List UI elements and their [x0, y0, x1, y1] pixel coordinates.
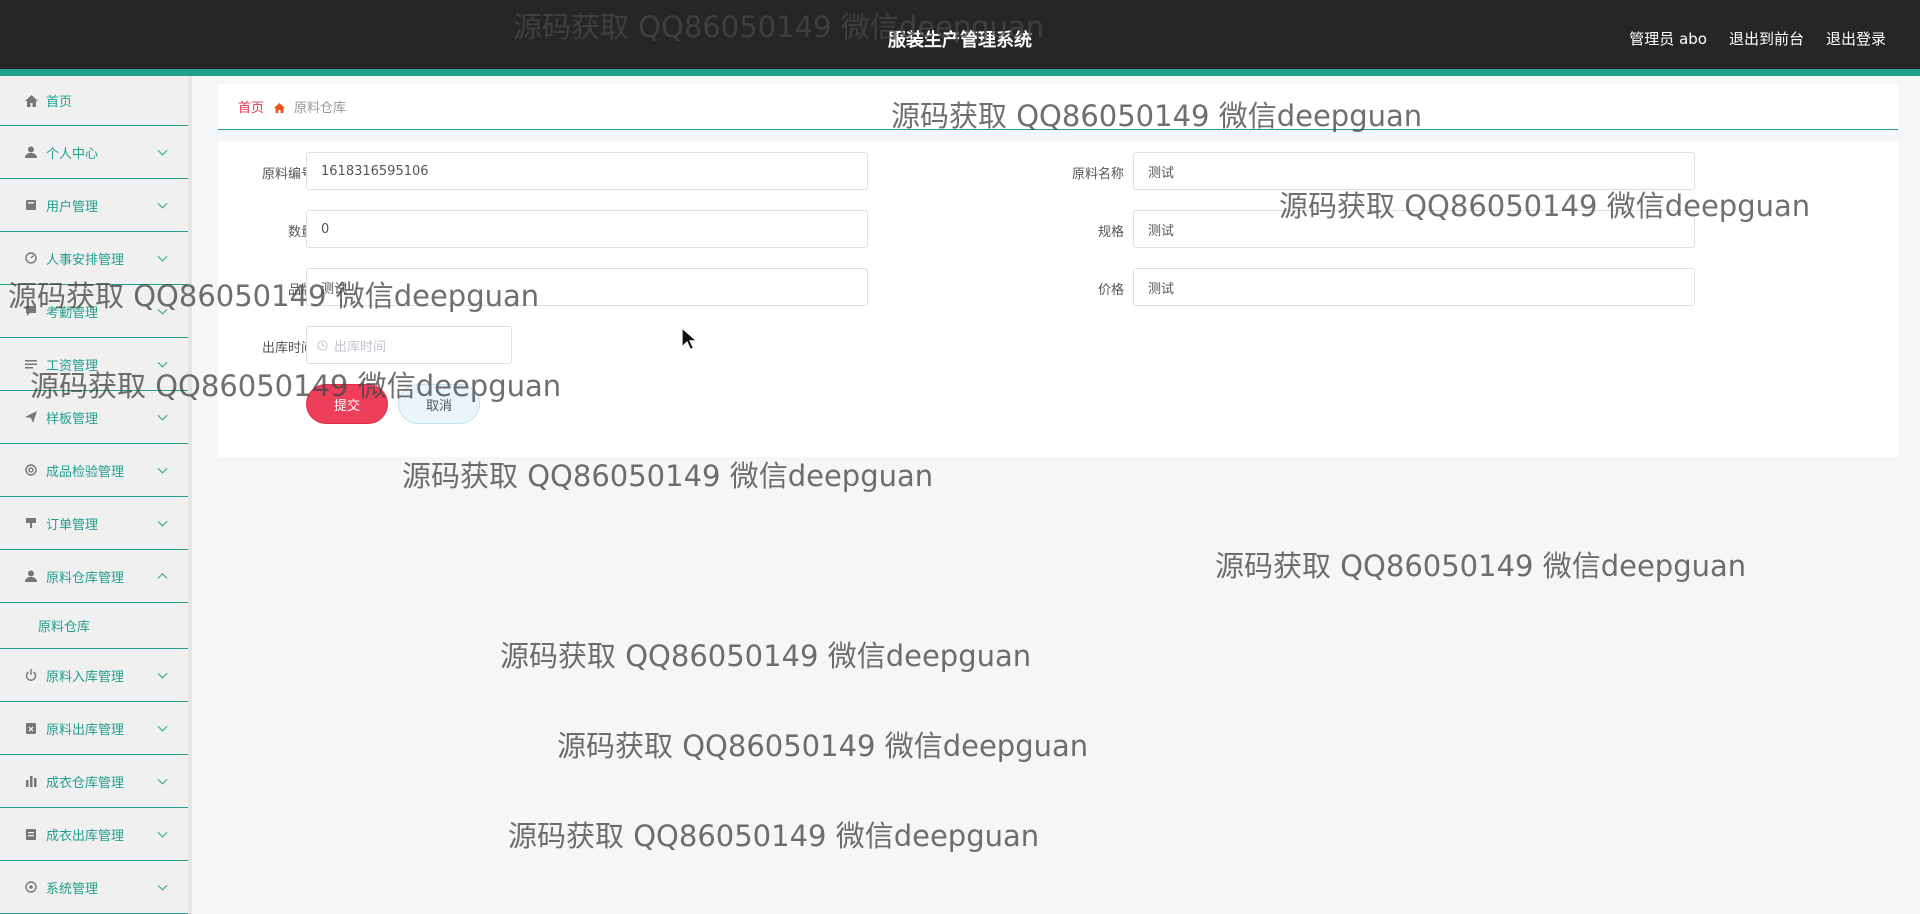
watermark-text: 源码获取 QQ86050149 微信deepguan [402, 459, 934, 493]
chevron-down-icon [157, 827, 168, 838]
sidebar-item-hr-arrangement[interactable]: 人事安排管理 [0, 232, 188, 285]
sidebar-item-label: 成衣出库管理 [46, 828, 125, 844]
sidebar-item-label: 考勤管理 [46, 305, 99, 321]
sidebar-item-label: 样板管理 [46, 411, 99, 427]
sidebar-item-label: 原料入库管理 [46, 669, 125, 685]
breadcrumb: 首页 原料仓库 [218, 84, 1898, 130]
clipboard-x-icon [24, 721, 38, 735]
user-icon [24, 145, 38, 159]
breadcrumb-home[interactable]: 首页 [238, 97, 264, 116]
logout-link[interactable]: 退出登录 [1826, 28, 1886, 49]
top-actions: 管理员 abo 退出到前台 退出登录 [1629, 28, 1886, 49]
sidebar-item-personal-center[interactable]: 个人中心 [0, 126, 188, 179]
watermark-text: 源码获取 QQ86050149 微信deepguan [508, 819, 1040, 853]
sidebar-item-label: 原料仓库管理 [46, 570, 125, 586]
comment-icon [24, 304, 38, 318]
code-label: 原料编号 [261, 167, 314, 182]
clock-icon [317, 339, 328, 351]
book-icon [24, 198, 38, 212]
gavel-icon [24, 516, 38, 530]
chevron-down-icon [157, 880, 168, 891]
sidebar-item-label: 原料出库管理 [46, 722, 125, 738]
sidebar-item-salary[interactable]: 工资管理 [0, 338, 188, 391]
chevron-down-icon [157, 304, 168, 315]
settings-icon [24, 880, 38, 894]
clipboard-icon [24, 827, 38, 841]
admin-user-link[interactable]: 管理员 abo [1629, 28, 1707, 49]
qty-input[interactable]: 0 [306, 210, 868, 248]
code-input[interactable]: 1618316595106 [306, 152, 868, 190]
sidebar-item-home[interactable]: 首页 [0, 76, 188, 126]
dashboard-icon [24, 251, 38, 265]
sidebar-item-sample[interactable]: 样板管理 [0, 391, 188, 444]
breadcrumb-current: 原料仓库 [294, 101, 347, 116]
sidebar-item-label: 成品检验管理 [46, 464, 125, 480]
bar-chart-icon [24, 774, 38, 788]
list-icon [24, 357, 38, 371]
sidebar-item-label: 首页 [46, 95, 73, 110]
sidebar-item-label: 个人中心 [46, 146, 99, 162]
brand-input[interactable]: 测试 [306, 268, 868, 306]
sidebar-item-label: 成衣仓库管理 [46, 775, 125, 791]
raw-material-form: 原料编号 1618316595106 原料名称 测试 数量 0 规格 测试 品牌… [218, 141, 1898, 457]
spec-label: 规格 [1097, 225, 1124, 240]
price-label: 价格 [1097, 283, 1124, 298]
sidebar-item-inspection[interactable]: 成品检验管理 [0, 444, 188, 497]
top-header: 服装生产管理系统 管理员 abo 退出到前台 退出登录 [0, 0, 1920, 76]
out-time-placeholder: 出库时间 [334, 339, 387, 355]
out-time-label: 出库时间 [261, 341, 314, 356]
chevron-up-icon [157, 573, 168, 584]
sidebar-item-label: 工资管理 [46, 358, 99, 374]
back-to-frontend-link[interactable]: 退出到前台 [1729, 28, 1804, 49]
name-label: 原料名称 [1071, 167, 1124, 182]
home-icon [24, 94, 38, 108]
sidebar-subitem-raw-warehouse[interactable]: 原料仓库 [0, 603, 188, 649]
send-icon [24, 410, 38, 424]
chevron-down-icon [157, 668, 168, 679]
chevron-down-icon [157, 357, 168, 368]
watermark-text: 源码获取 QQ86050149 微信deepguan [500, 639, 1032, 673]
name-input[interactable]: 测试 [1133, 152, 1695, 190]
mouse-cursor-icon [681, 326, 699, 355]
sidebar-item-system[interactable]: 系统管理 [0, 861, 188, 914]
sidebar-item-garment-warehouse[interactable]: 成衣仓库管理 [0, 755, 188, 808]
sidebar-item-label: 用户管理 [46, 199, 99, 215]
qty-label: 数量 [287, 225, 314, 240]
chevron-down-icon [157, 251, 168, 262]
support-icon [24, 463, 38, 477]
price-input[interactable]: 测试 [1133, 268, 1695, 306]
chevron-down-icon [157, 145, 168, 156]
watermark-text: 源码获取 QQ86050149 微信deepguan [1215, 549, 1747, 583]
chevron-down-icon [157, 198, 168, 209]
brand-label: 品牌 [287, 283, 314, 298]
submit-button[interactable]: 提交 [306, 384, 388, 424]
spec-input[interactable]: 测试 [1133, 210, 1695, 248]
sidebar-item-orders[interactable]: 订单管理 [0, 497, 188, 550]
sidebar: 首页 个人中心 用户管理 人事安排管理 考勤管理 工资管理 样板管理 成品检验管… [0, 76, 192, 914]
user-icon [24, 569, 38, 583]
chevron-down-icon [157, 774, 168, 785]
sidebar-item-garment-outbound[interactable]: 成衣出库管理 [0, 808, 188, 861]
power-icon [24, 668, 38, 682]
sidebar-item-label: 系统管理 [46, 881, 99, 897]
chevron-down-icon [157, 463, 168, 474]
cancel-button[interactable]: 取消 [398, 384, 480, 424]
sidebar-item-raw-outbound[interactable]: 原料出库管理 [0, 702, 188, 755]
sidebar-item-label: 人事安排管理 [46, 252, 125, 268]
watermark-text: 源码获取 QQ86050149 微信deepguan [557, 729, 1089, 763]
sidebar-item-label: 订单管理 [46, 517, 99, 533]
out-time-picker[interactable]: 出库时间 [306, 326, 512, 364]
home-icon [274, 102, 286, 113]
chevron-down-icon [157, 410, 168, 421]
chevron-down-icon [157, 516, 168, 527]
sidebar-item-user-management[interactable]: 用户管理 [0, 179, 188, 232]
sidebar-item-attendance[interactable]: 考勤管理 [0, 285, 188, 338]
sidebar-item-raw-warehouse[interactable]: 原料仓库管理 [0, 550, 188, 603]
sidebar-item-raw-inbound[interactable]: 原料入库管理 [0, 649, 188, 702]
chevron-down-icon [157, 721, 168, 732]
